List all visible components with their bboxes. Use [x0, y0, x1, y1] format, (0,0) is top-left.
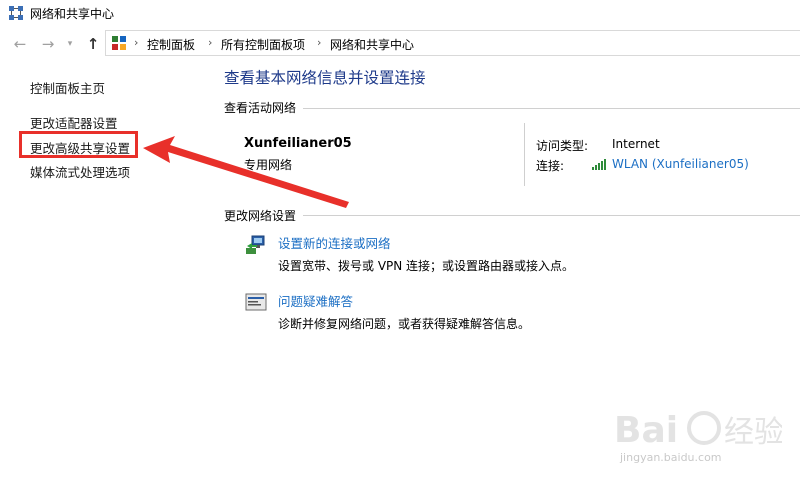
troubleshoot-description: 诊断并修复网络问题，或者获得疑难解答信息。 [278, 317, 531, 331]
network-type[interactable]: 专用网络 [244, 156, 292, 173]
title-bar [0, 0, 800, 25]
breadcrumb-separator-icon: › [134, 36, 139, 49]
wifi-signal-icon [592, 159, 606, 170]
breadcrumb-all-items[interactable]: 所有控制面板项 [221, 36, 305, 53]
access-type-label: 访问类型: [536, 139, 589, 153]
highlight-box [19, 131, 138, 158]
watermark-url: jingyan.baidu.com [620, 451, 722, 464]
access-type-value: Internet [612, 137, 660, 151]
connection-link[interactable]: WLAN (Xunfeilianer05) [612, 157, 749, 171]
forward-arrow-icon[interactable]: → [38, 34, 58, 54]
sidebar-item-media-streaming[interactable]: 媒体流式处理选项 [30, 162, 130, 181]
svg-text:Bai: Bai [614, 410, 678, 451]
control-panel-icon [112, 36, 126, 50]
back-arrow-icon[interactable]: ← [10, 34, 30, 54]
active-networks-label: 查看活动网络 [224, 101, 297, 115]
change-settings-label: 更改网络设置 [224, 209, 297, 223]
breadcrumb-control-panel[interactable]: 控制面板 [147, 36, 195, 53]
svg-text:经验: 经验 [724, 415, 782, 450]
network-setup-icon [246, 235, 265, 254]
section-divider [303, 108, 800, 109]
network-center-icon [9, 6, 23, 20]
section-divider [303, 215, 800, 216]
troubleshoot-link[interactable]: 问题疑难解答 [278, 291, 353, 310]
troubleshoot-icon [245, 293, 267, 311]
sidebar-item-change-adapter[interactable]: 更改适配器设置 [30, 113, 118, 132]
window-title: 网络和共享中心 [30, 7, 115, 21]
vertical-divider [524, 123, 525, 186]
up-arrow-icon[interactable]: ↑ [83, 34, 103, 54]
sidebar-item-control-panel-home[interactable]: 控制面板主页 [30, 78, 105, 97]
setup-connection-link[interactable]: 设置新的连接或网络 [278, 233, 391, 252]
setup-connection-description: 设置宽带、拨号或 VPN 连接；或设置路由器或接入点。 [278, 259, 575, 273]
page-title: 查看基本网络信息并设置连接 [224, 69, 426, 87]
breadcrumb-separator-icon: › [317, 36, 322, 49]
breadcrumb-separator-icon: › [208, 36, 213, 49]
connection-label: 连接: [536, 159, 565, 173]
breadcrumb-network-center[interactable]: 网络和共享中心 [330, 36, 414, 53]
network-name: Xunfeilianer05 [244, 136, 352, 151]
recent-dropdown-icon[interactable]: ▾ [60, 34, 80, 54]
